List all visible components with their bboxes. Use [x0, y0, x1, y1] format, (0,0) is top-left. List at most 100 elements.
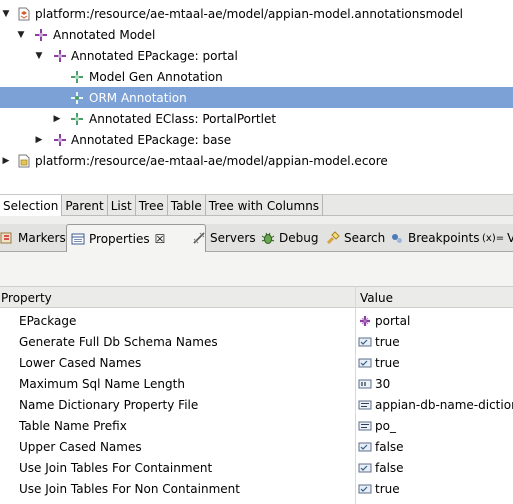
- property-name: EPackage: [19, 313, 77, 328]
- table-row[interactable]: Use Join Tables For Containment false: [0, 457, 513, 478]
- property-value-text: 30: [375, 376, 391, 391]
- tree-node-annotated-model[interactable]: ▼ Annotated Model: [0, 24, 513, 45]
- tab-search[interactable]: Search: [326, 224, 385, 252]
- tab-label: Servers: [210, 231, 256, 245]
- tab-breakpoints[interactable]: Breakpoints: [390, 224, 479, 252]
- tab-parent[interactable]: Parent: [62, 195, 108, 216]
- number-icon: [358, 377, 372, 391]
- property-value-text: po_: [375, 418, 396, 433]
- tree-node-label: Annotated EPackage: base: [71, 132, 232, 147]
- sash[interactable]: [0, 216, 513, 224]
- table-row[interactable]: Use Join Tables For Non Containment true: [0, 478, 513, 499]
- ecore-file-icon: [17, 154, 31, 168]
- property-name: Lower Cased Names: [19, 355, 142, 370]
- property-value[interactable]: true: [358, 331, 513, 352]
- table-header: Property Value: [0, 286, 513, 308]
- column-header-value[interactable]: Value: [360, 287, 393, 308]
- tree-node-annotations-file[interactable]: ▼ platform:/resource/ae-mtaal-ae/model/a…: [0, 3, 513, 24]
- boolean-icon: [358, 356, 372, 370]
- collapsed-twisty-icon[interactable]: ▶: [0, 155, 12, 167]
- tab-label: Breakpoints: [408, 231, 480, 245]
- property-value-text: true: [375, 355, 400, 370]
- property-value[interactable]: appian-db-name-dictionar: [358, 394, 513, 415]
- properties-toolbar: [0, 252, 513, 286]
- editor-page-tabs: Selection Parent List Tree Table Tree wi…: [0, 194, 513, 216]
- property-value[interactable]: po_: [358, 415, 513, 436]
- close-tab-icon[interactable]: ☒: [155, 232, 166, 246]
- debug-bug-icon: [261, 231, 275, 245]
- property-name: Generate Full Db Schema Names: [19, 334, 218, 349]
- table-row[interactable]: Generate Full Db Schema Names true: [0, 331, 513, 352]
- tab-label: Markers: [18, 231, 66, 245]
- property-value[interactable]: portal: [358, 310, 513, 331]
- property-name: Maximum Sql Name Length: [19, 376, 185, 391]
- tree-node-label: Annotated EPackage: portal: [71, 48, 238, 63]
- property-name: Use Join Tables For Containment: [19, 460, 213, 475]
- property-value-text: true: [375, 334, 400, 349]
- table-row[interactable]: Upper Cased Names false: [0, 436, 513, 457]
- text-icon: [358, 398, 372, 412]
- boolean-icon: [358, 440, 372, 454]
- annotated-eclass-icon: [70, 112, 84, 126]
- tab-tree-with-columns[interactable]: Tree with Columns: [206, 195, 324, 216]
- collapsed-twisty-icon[interactable]: ▶: [51, 113, 63, 125]
- tree-node-orm-annotation[interactable]: ORM Annotation: [0, 87, 513, 108]
- markers-icon: [0, 231, 14, 245]
- property-value[interactable]: false: [358, 436, 513, 457]
- property-value-text: false: [375, 439, 404, 454]
- tree-node-label: Model Gen Annotation: [89, 69, 223, 84]
- tab-properties[interactable]: Properties ☒: [66, 224, 206, 252]
- tab-servers[interactable]: Servers: [192, 224, 256, 252]
- table-row[interactable]: EPackage portal: [0, 310, 513, 331]
- breakpoints-icon: [390, 231, 404, 245]
- tree-node-annotated-eclass-portalportlet[interactable]: ▶ Annotated EClass: PortalPortlet: [0, 108, 513, 129]
- property-value-text: true: [375, 481, 400, 496]
- property-value-text: portal: [375, 313, 411, 328]
- text-icon: [358, 419, 372, 433]
- expanded-twisty-icon[interactable]: ▼: [15, 29, 27, 41]
- property-value[interactable]: false: [358, 457, 513, 478]
- expanded-twisty-icon[interactable]: ▼: [0, 8, 12, 20]
- tab-tree[interactable]: Tree: [136, 195, 168, 216]
- table-row[interactable]: Lower Cased Names true: [0, 352, 513, 373]
- property-name: Use Join Tables For Non Containment: [19, 481, 240, 496]
- tab-list[interactable]: List: [108, 195, 136, 216]
- property-name: Table Name Prefix: [19, 418, 127, 433]
- annotations-file-icon: [17, 7, 31, 21]
- properties-icon: [71, 232, 85, 246]
- property-value[interactable]: true: [358, 478, 513, 499]
- tab-markers[interactable]: Markers: [0, 224, 66, 252]
- tree-node-annotated-epackage-base[interactable]: ▶ Annotated EPackage: base: [0, 129, 513, 150]
- tree-node-label: platform:/resource/ae-mtaal-ae/model/app…: [35, 153, 388, 168]
- tree-node-label: Annotated EClass: PortalPortlet: [89, 111, 277, 126]
- tab-label: V: [507, 231, 513, 245]
- tab-debug[interactable]: Debug: [261, 224, 318, 252]
- tab-table[interactable]: Table: [168, 195, 206, 216]
- annotations-tree: ▼ platform:/resource/ae-mtaal-ae/model/a…: [0, 0, 513, 192]
- tree-node-label: Annotated Model: [53, 27, 156, 42]
- view-tab-bar: Markers Properties ☒ Servers Debug Searc…: [0, 224, 513, 252]
- collapsed-twisty-icon[interactable]: ▶: [33, 134, 45, 146]
- properties-table: Property Value EPackage portal Generate …: [0, 286, 513, 504]
- tree-node-label: platform:/resource/ae-mtaal-ae/model/app…: [35, 6, 463, 21]
- tab-selection[interactable]: Selection: [0, 195, 63, 216]
- tree-node-annotated-epackage-portal[interactable]: ▼ Annotated EPackage: portal: [0, 45, 513, 66]
- column-header-property[interactable]: Property: [1, 287, 52, 308]
- tab-label: Search: [344, 231, 386, 245]
- tree-node-model-gen-annotation[interactable]: Model Gen Annotation: [0, 66, 513, 87]
- property-value-text: false: [375, 460, 404, 475]
- search-flashlight-icon: [326, 231, 340, 245]
- annotated-epackage-icon: [53, 133, 67, 147]
- table-row[interactable]: Table Name Prefix po_: [0, 415, 513, 436]
- annotation-icon: [70, 91, 84, 105]
- property-value[interactable]: true: [358, 352, 513, 373]
- table-row[interactable]: Maximum Sql Name Length 30: [0, 373, 513, 394]
- expanded-twisty-icon[interactable]: ▼: [33, 50, 45, 62]
- table-row[interactable]: Name Dictionary Property File appian-db-…: [0, 394, 513, 415]
- boolean-icon: [358, 335, 372, 349]
- variables-icon: (x)=: [482, 232, 505, 244]
- tree-node-ecore-file[interactable]: ▶ platform:/resource/ae-mtaal-ae/model/a…: [0, 150, 513, 171]
- property-value[interactable]: 30: [358, 373, 513, 394]
- tab-variables[interactable]: (x)= V: [482, 224, 513, 252]
- epackage-icon: [358, 314, 372, 328]
